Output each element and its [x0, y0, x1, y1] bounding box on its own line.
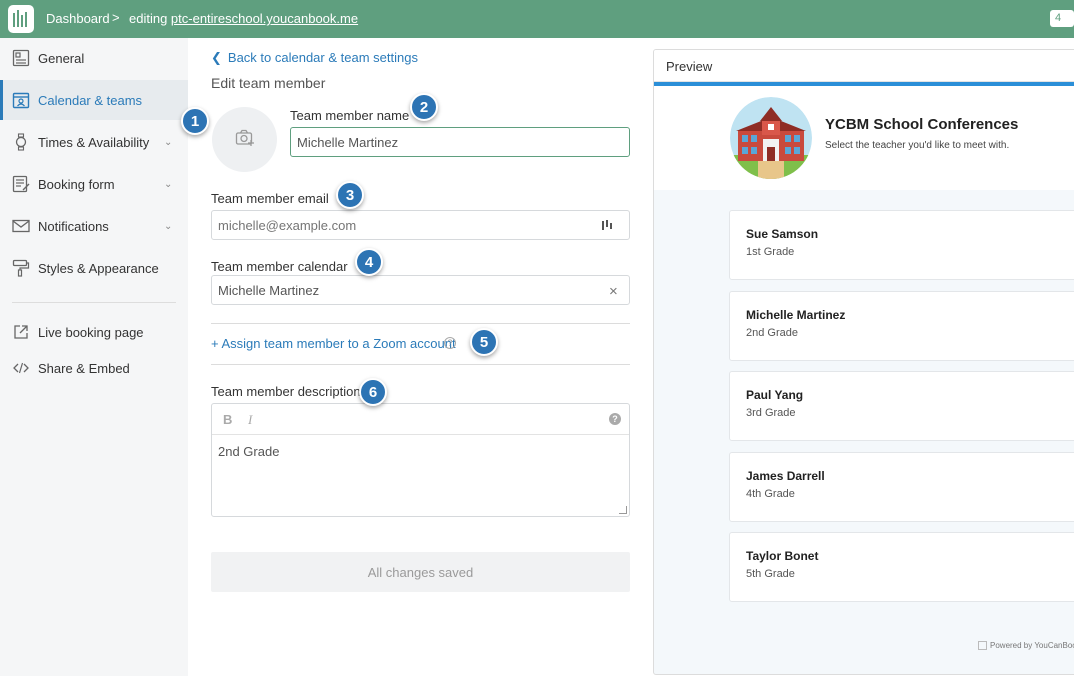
calendar-label: Team member calendar: [211, 259, 348, 274]
preview-panel: Preview YCBM School Conferences Select t…: [653, 49, 1074, 675]
form-icon: [12, 175, 30, 193]
powered-by-text: Powered by YouCanBook: [990, 641, 1074, 650]
camera-add-icon: [235, 129, 255, 150]
divider: [211, 323, 630, 324]
powered-by-badge[interactable]: Powered by YouCanBook: [978, 641, 1074, 650]
teacher-card[interactable]: Michelle Martinez 2nd Grade: [729, 291, 1074, 361]
code-icon: [12, 359, 30, 377]
calendar-icon: [12, 91, 30, 109]
powered-by-logo-icon: [978, 641, 987, 650]
page-title: Edit team member: [211, 75, 326, 91]
sidebar-item-calendar-teams[interactable]: Calendar & teams: [0, 80, 188, 120]
sidebar-item-share-embed[interactable]: Share & Embed: [0, 348, 188, 388]
teacher-grade: 5th Grade: [746, 568, 795, 580]
sidebar-item-label: Live booking page: [38, 324, 144, 340]
step-badge-3: 3: [336, 181, 364, 209]
description-label: Team member description: [211, 384, 361, 399]
app-logo-icon[interactable]: [8, 5, 34, 33]
sidebar-item-general[interactable]: General: [0, 38, 188, 78]
email-input[interactable]: [211, 210, 630, 240]
trial-badge[interactable]: 4 da: [1050, 10, 1074, 41]
sidebar-item-label: Booking form: [38, 176, 115, 192]
name-input[interactable]: [290, 127, 630, 157]
mail-icon: [12, 217, 30, 235]
top-bar: Dashboard > editing ptc-entireschool.you…: [0, 0, 1074, 41]
sidebar: General Calendar & teams Times & Availab…: [0, 38, 188, 676]
teacher-name: Sue Samson: [746, 227, 819, 241]
chevron-left-icon: ❮: [211, 50, 222, 65]
booking-page-subtitle: Select the teacher you'd like to meet wi…: [825, 140, 1010, 151]
email-label: Team member email: [211, 191, 329, 206]
teacher-grade: 3rd Grade: [746, 407, 796, 419]
resize-handle[interactable]: [619, 506, 627, 514]
avatar-upload[interactable]: [212, 107, 277, 172]
watch-icon: [12, 133, 30, 151]
general-icon: [12, 49, 30, 67]
teacher-name: Paul Yang: [746, 388, 804, 402]
sidebar-item-live-booking-page[interactable]: Live booking page: [0, 312, 188, 352]
back-link-label: Back to calendar & team settings: [227, 50, 418, 65]
preview-header: Preview: [654, 50, 1074, 82]
sidebar-item-label: Times & Availability: [38, 134, 150, 150]
paint-roller-icon: [12, 259, 30, 277]
assign-zoom-link[interactable]: + Assign team member to a Zoom account: [211, 336, 456, 351]
teacher-card[interactable]: Sue Samson 1st Grade: [729, 210, 1074, 280]
sidebar-divider: [12, 302, 176, 303]
editor-help-icon[interactable]: ?: [609, 413, 621, 425]
back-to-calendar-link[interactable]: ❮ Back to calendar & team settings: [211, 50, 418, 66]
sidebar-item-booking-form[interactable]: Booking form ⌄: [0, 164, 188, 204]
breadcrumb-dashboard[interactable]: Dashboard: [46, 11, 110, 26]
sidebar-item-label: Calendar & teams: [38, 92, 143, 108]
teacher-grade: 1st Grade: [746, 246, 795, 258]
divider: [211, 364, 630, 365]
chevron-down-icon: ⌄: [164, 178, 173, 190]
breadcrumb-chevron-icon: >: [112, 10, 120, 25]
chevron-down-icon: ⌄: [164, 220, 173, 232]
sidebar-item-times-availability[interactable]: Times & Availability ⌄: [0, 122, 188, 162]
teacher-card[interactable]: James Darrell 4th Grade: [729, 452, 1074, 522]
step-badge-5: 5: [470, 328, 498, 356]
sidebar-item-label: Share & Embed: [38, 360, 130, 376]
step-badge-1: 1: [181, 107, 209, 135]
sidebar-item-label: Notifications: [38, 218, 109, 234]
bold-button[interactable]: B: [223, 412, 232, 427]
school-logo-icon: [730, 97, 812, 179]
description-editor[interactable]: B I ? 2nd Grade: [211, 403, 630, 517]
preview-hero: [654, 86, 1074, 190]
autofill-icon[interactable]: [602, 219, 612, 234]
sidebar-item-label: Styles & Appearance: [38, 260, 159, 276]
calendar-input[interactable]: [211, 275, 630, 305]
breadcrumb-editing: editing ptc-entireschool.youcanbook.me: [129, 11, 358, 26]
step-badge-2: 2: [410, 93, 438, 121]
teacher-card[interactable]: Taylor Bonet 5th Grade: [729, 532, 1074, 602]
teacher-name: Taylor Bonet: [746, 549, 819, 563]
teacher-grade: 2nd Grade: [746, 327, 798, 339]
step-badge-4: 4: [355, 248, 383, 276]
description-text[interactable]: 2nd Grade: [218, 444, 279, 459]
italic-button[interactable]: I: [248, 412, 252, 428]
clear-icon[interactable]: ×: [609, 283, 618, 300]
sidebar-item-label: General: [38, 50, 85, 66]
teacher-card[interactable]: Paul Yang 3rd Grade: [729, 371, 1074, 441]
sidebar-item-styles-appearance[interactable]: Styles & Appearance: [0, 248, 188, 288]
teacher-name: Michelle Martinez: [746, 308, 846, 322]
name-label: Team member name: [290, 108, 410, 123]
teacher-grade: 4th Grade: [746, 488, 795, 500]
chevron-down-icon: ⌄: [164, 136, 173, 148]
help-icon[interactable]: ?: [444, 337, 456, 349]
sidebar-item-notifications[interactable]: Notifications ⌄: [0, 206, 188, 246]
step-badge-6: 6: [359, 378, 387, 406]
external-link-icon: [12, 323, 30, 341]
preview-title: Preview: [666, 59, 713, 74]
booking-page-title: YCBM School Conferences: [825, 116, 1019, 133]
editor-toolbar: B I ?: [212, 404, 629, 435]
save-status-button[interactable]: All changes saved: [211, 552, 630, 592]
editing-prefix: editing: [129, 11, 171, 26]
booking-page-link[interactable]: ptc-entireschool.youcanbook.me: [171, 11, 358, 26]
teacher-name: James Darrell: [746, 469, 825, 483]
